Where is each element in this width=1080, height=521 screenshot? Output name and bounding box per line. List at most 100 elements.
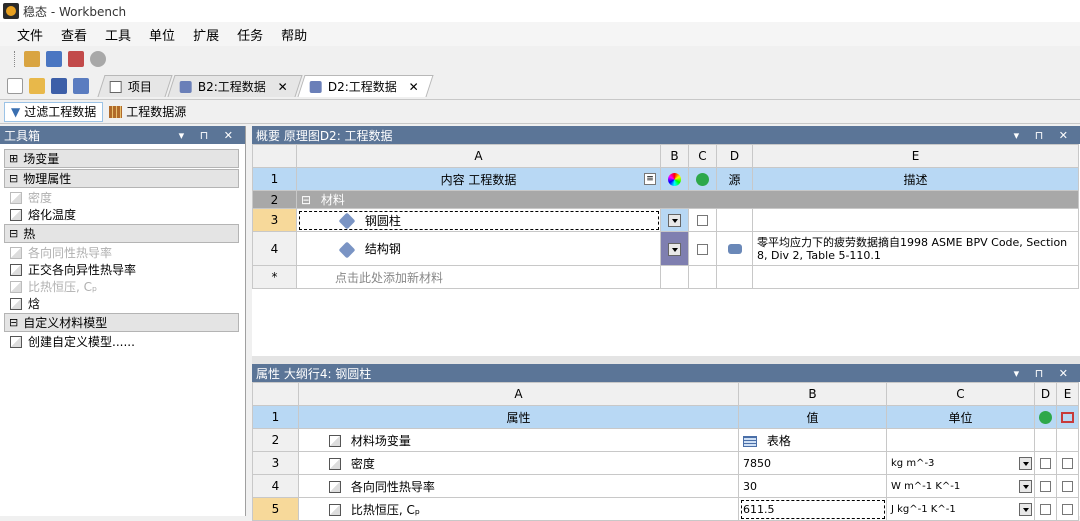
toolbox-item-density[interactable]: 密度 (0, 189, 245, 206)
toolbox-group-field-variables[interactable]: ⊞ 场变量 (4, 149, 239, 168)
row-number[interactable]: 3 (252, 451, 299, 475)
dropdown-icon[interactable] (1019, 480, 1032, 493)
dropdown-icon[interactable] (668, 214, 681, 227)
toolbox-item-melting-temperature[interactable]: 熔化温度 (0, 206, 245, 223)
property-name-cell[interactable]: 比热恒压, Cₚ (298, 497, 739, 521)
column-d-header[interactable]: D (1034, 382, 1057, 406)
menu-units[interactable]: 单位 (140, 25, 184, 44)
source-cell[interactable] (716, 231, 753, 266)
row-number[interactable]: 2 (252, 190, 297, 209)
toolbox-item-orthotropic-conductivity[interactable]: 正交各向异性热导率 (0, 261, 245, 278)
add-material-cell[interactable]: 点击此处添加新材料 (296, 265, 661, 289)
value-cell[interactable]: 表格 (738, 428, 887, 452)
tab-b2-engineering-data[interactable]: B2:工程数据 ✕ (167, 74, 303, 97)
property-name-cell[interactable]: 各向同性热导率 (298, 474, 739, 498)
suppress-checkbox[interactable] (697, 215, 708, 226)
toolbox-item-create-custom-model[interactable]: 创建自定义模型...... (0, 333, 245, 350)
menu-view[interactable]: 查看 (52, 25, 96, 44)
row-number[interactable]: * (252, 265, 297, 289)
value-cell[interactable]: 30 (738, 474, 887, 498)
suppress-checkbox[interactable] (1040, 481, 1051, 492)
value-cell[interactable]: 611.5 (738, 497, 887, 521)
toolbox-item-isotropic-conductivity[interactable]: 各向同性热导率 (0, 244, 245, 261)
collapse-icon[interactable]: ⊟ (9, 172, 18, 185)
column-c-header[interactable]: C (688, 144, 717, 168)
panel-controls[interactable]: ▾ ⊓ ✕ (179, 129, 239, 142)
update-project-icon[interactable] (68, 51, 84, 67)
panel-controls[interactable]: ▾ ⊓ ✕ (1014, 129, 1074, 142)
collapse-icon[interactable]: ⊟ (301, 193, 311, 207)
suppress-checkbox[interactable] (1040, 504, 1051, 515)
toolbox-group-physical-properties[interactable]: ⊟ 物理属性 (4, 169, 239, 188)
suppress-cell[interactable] (688, 208, 717, 232)
parameter-cell[interactable] (1056, 474, 1079, 498)
suppress-cell[interactable] (1034, 497, 1057, 521)
row-number[interactable]: 2 (252, 428, 299, 452)
parameter-checkbox[interactable] (1062, 504, 1073, 515)
toolbox-item-specific-heat[interactable]: 比热恒压, Cₚ (0, 278, 245, 295)
material-name-cell[interactable]: 结构钢 (296, 231, 661, 266)
menu-jobs[interactable]: 任务 (228, 25, 272, 44)
expand-icon[interactable]: ⊞ (9, 152, 18, 165)
column-d-header[interactable]: D (716, 144, 753, 168)
property-name-cell[interactable]: 材料场变量 (298, 428, 739, 452)
menu-help[interactable]: 帮助 (272, 25, 316, 44)
dropdown-icon[interactable] (1019, 457, 1032, 470)
row-number[interactable]: 3 (252, 208, 297, 232)
column-b-header[interactable]: B (738, 382, 887, 406)
unit-cell[interactable]: kg m^-3 (886, 451, 1035, 475)
dropdown-icon[interactable] (1019, 503, 1032, 516)
row-number[interactable]: 1 (252, 405, 299, 429)
toolbox-item-enthalpy[interactable]: 焓 (0, 295, 245, 312)
parameter-cell[interactable] (1056, 451, 1079, 475)
unit-cell[interactable]: W m^-1 K^-1 (886, 474, 1035, 498)
property-name-cell[interactable]: 密度 (298, 451, 739, 475)
row-number[interactable]: 1 (252, 167, 297, 191)
suppress-cell[interactable] (688, 231, 717, 266)
toolbar-grip[interactable] (14, 51, 17, 67)
color-cell[interactable] (660, 208, 689, 232)
corner-cell[interactable] (252, 144, 297, 168)
column-c-header[interactable]: C (886, 382, 1035, 406)
menu-tools[interactable]: 工具 (96, 25, 140, 44)
dropdown-icon[interactable] (668, 242, 681, 256)
corner-cell[interactable] (252, 382, 299, 406)
open-folder-icon[interactable] (29, 77, 45, 94)
row-number[interactable]: 5 (252, 497, 299, 521)
unit-cell[interactable]: J kg^-1 K^-1 (886, 497, 1035, 521)
menu-extensions[interactable]: 扩展 (184, 25, 228, 44)
parameter-checkbox[interactable] (1062, 481, 1073, 492)
row-number[interactable]: 4 (252, 231, 297, 266)
column-e-header[interactable]: E (1056, 382, 1079, 406)
close-icon[interactable]: ✕ (278, 79, 288, 93)
column-a-header[interactable]: A (298, 382, 739, 406)
import-icon[interactable] (24, 51, 40, 67)
engineering-data-sources-button[interactable]: 工程数据源 (103, 102, 192, 122)
toolbox-group-thermal[interactable]: ⊟ 热 (4, 224, 239, 243)
close-icon[interactable]: ✕ (409, 79, 419, 93)
collapse-icon[interactable]: ⊟ (9, 316, 18, 329)
sort-icon[interactable]: ≡ (644, 173, 656, 185)
save-as-icon[interactable] (73, 77, 89, 94)
parameter-cell[interactable] (1056, 497, 1079, 521)
suppress-checkbox[interactable] (1040, 458, 1051, 469)
column-e-header[interactable]: E (752, 144, 1079, 168)
new-icon[interactable] (7, 77, 23, 94)
material-name-cell[interactable]: 钢圆柱 (296, 208, 661, 232)
toolbox-group-custom-models[interactable]: ⊟ 自定义材料模型 (4, 313, 239, 332)
color-cell[interactable] (660, 231, 689, 266)
tab-d2-engineering-data[interactable]: D2:工程数据 ✕ (297, 74, 434, 97)
save-icon[interactable] (51, 77, 67, 94)
collapse-icon[interactable]: ⊟ (9, 227, 18, 240)
row-number[interactable]: 4 (252, 474, 299, 498)
panel-controls[interactable]: ▾ ⊓ ✕ (1014, 367, 1074, 380)
suppress-cell[interactable] (1034, 474, 1057, 498)
refresh-project-icon[interactable] (46, 51, 62, 67)
suppress-checkbox[interactable] (697, 243, 708, 255)
column-b-header[interactable]: B (660, 144, 689, 168)
column-a-header[interactable]: A (296, 144, 661, 168)
menu-file[interactable]: 文件 (8, 25, 52, 44)
panel-splitter[interactable] (252, 356, 1080, 364)
filter-engineering-data-button[interactable]: ▼ 过滤工程数据 (4, 101, 104, 122)
materials-section[interactable]: ⊟ 材料 (296, 190, 1079, 209)
